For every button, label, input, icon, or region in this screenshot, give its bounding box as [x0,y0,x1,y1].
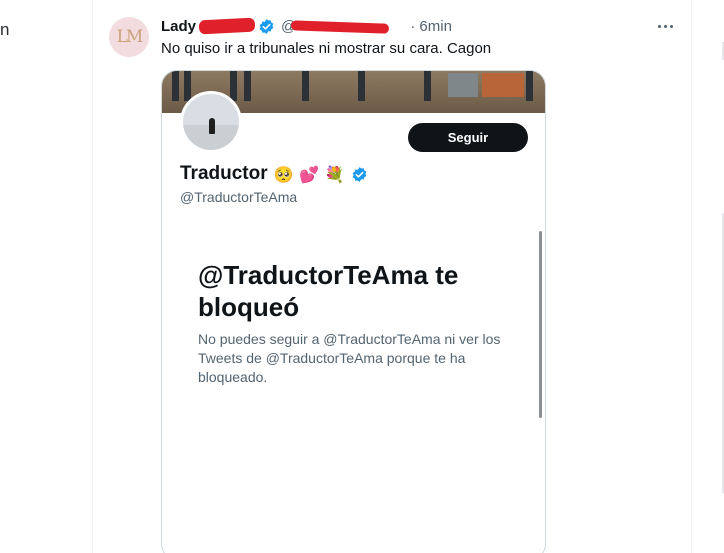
profile-name-text: Traductor [180,163,268,184]
tweet-text: No quiso ir a tribunales ni mostrar su c… [161,40,492,57]
scrollbar[interactable] [539,231,542,418]
profile-picture [180,91,242,153]
profile-handle: @TraductorTeAma [180,189,298,205]
embedded-screenshot[interactable]: Seguir Traductor 🥺 💕 💐 @TraductorTeAma @… [161,70,546,553]
verified-badge-icon [258,18,275,35]
blocked-description: No puedes seguir a @TraductorTeAma ni ve… [198,331,501,385]
banner-barrel [448,73,478,97]
banner-figure-leg [424,71,431,101]
redaction-mark-handle [290,19,390,34]
blocked-title: @TraductorTeAma te bloqueó [198,260,459,322]
avatar-monogram: LM [116,27,144,47]
follow-button[interactable]: Seguir [408,123,528,152]
banner-crate [482,73,524,97]
profile-picture-person [209,118,215,134]
tweet-header: Lady @ · 6min [161,16,452,36]
tweet-time[interactable]: 6min [419,18,452,35]
user-handle[interactable]: @ [281,18,406,35]
avatar[interactable]: LM [109,17,149,57]
banner-figure-leg [244,71,251,101]
banner-figure-leg [358,71,365,101]
banner-figure-leg [302,71,309,101]
redaction-mark-name [198,17,256,35]
more-options-icon[interactable] [650,16,680,36]
display-name[interactable]: Lady [161,18,196,35]
profile-emojis: 🥺 💕 💐 [273,164,345,184]
banner-figure-leg [526,71,533,101]
verified-badge-icon [351,166,368,183]
left-edge-text: n [0,20,10,39]
separator-dot: · [410,17,416,35]
profile-name: Traductor 🥺 💕 💐 [180,163,368,185]
banner-figure-leg [172,71,179,101]
